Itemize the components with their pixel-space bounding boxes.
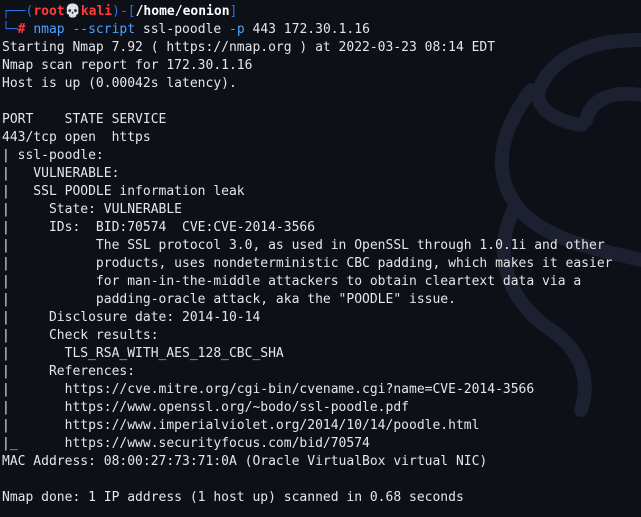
output-line: | The SSL protocol 3.0, as used in OpenS… <box>2 238 605 253</box>
output-line: Nmap done: 1 IP address (1 host up) scan… <box>2 490 464 505</box>
prompt-frame-bottom: └─ <box>2 22 18 37</box>
output-line: | for man-in-the-middle attackers to obt… <box>2 274 582 289</box>
output-line: | References: <box>2 364 136 379</box>
output-line: |_ https://www.securityfocus.com/bid/705… <box>2 436 370 451</box>
output-line: 443/tcp open https <box>2 130 151 145</box>
output-line: | TLS_RSA_WITH_AES_128_CBC_SHA <box>2 346 284 361</box>
output-line: | Disclosure date: 2014-10-14 <box>2 310 261 325</box>
output-line: | https://cve.mitre.org/cgi-bin/cvename.… <box>2 382 535 397</box>
output-line: | padding-oracle attack, aka the "POODLE… <box>2 292 456 307</box>
output-line: | VULNERABLE: <box>2 166 120 181</box>
terminal-content: ┌──(root💀kali)-[/home/eonion] └─# nmap -… <box>2 3 641 507</box>
output-line: Nmap scan report for 172.30.1.16 <box>2 58 253 73</box>
command-arg-script: ssl-poodle <box>142 22 222 37</box>
output-line: | IDs: BID:70574 CVE:CVE-2014-3566 <box>2 220 316 235</box>
output-line: | Check results: <box>2 328 159 343</box>
prompt-frame-mid: )-[ <box>112 4 136 19</box>
command-name: nmap <box>33 22 65 37</box>
prompt-frame-end: ] <box>229 4 238 19</box>
prompt-line-command[interactable]: └─# nmap --script ssl-poodle -p 443 172.… <box>2 21 641 39</box>
prompt-line-top: ┌──(root💀kali)-[/home/eonion] <box>2 3 641 21</box>
output-line: | https://www.openssl.org/~bodo/ssl-pood… <box>2 400 409 415</box>
output-line: PORT STATE SERVICE <box>2 112 167 127</box>
prompt-cwd: /home/eonion <box>135 4 230 19</box>
output-line: | ssl-poodle: <box>2 148 104 163</box>
prompt-hash: # <box>17 22 26 37</box>
prompt-host: kali <box>80 4 113 19</box>
output-line: Host is up (0.00042s latency). <box>2 76 237 91</box>
output-line: | State: VULNERABLE <box>2 202 183 217</box>
skull-icon: 💀 <box>64 4 81 19</box>
command-option-script: --script <box>72 22 136 37</box>
output-line: | https://www.imperialviolet.org/2014/10… <box>2 418 480 433</box>
output-line: Starting Nmap 7.92 ( https://nmap.org ) … <box>2 40 496 55</box>
command-option-port: -p <box>229 22 245 37</box>
output-line: | SSL POODLE information leak <box>2 184 245 199</box>
output-line: | products, uses nondeterministic CBC pa… <box>2 256 613 271</box>
command-arg-target: 443 172.30.1.16 <box>252 22 370 37</box>
output-line: MAC Address: 08:00:27:73:71:0A (Oracle V… <box>2 454 488 469</box>
prompt-frame: ┌──( <box>2 4 34 19</box>
terminal-window[interactable]: ┌──(root💀kali)-[/home/eonion] └─# nmap -… <box>0 0 641 517</box>
prompt-user: root <box>33 4 65 19</box>
